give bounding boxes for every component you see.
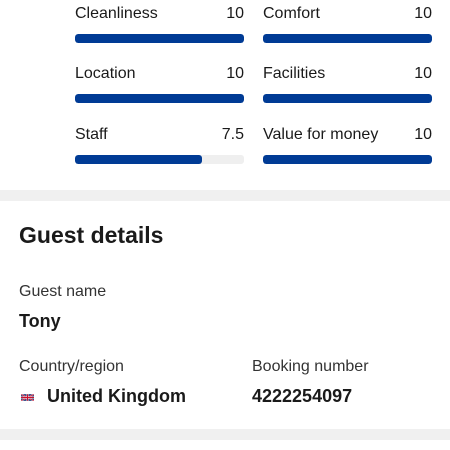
booking-number-value: 4222254097 <box>252 386 353 406</box>
rating-facilities: Facilities 10 <box>263 63 432 103</box>
guest-name-value: Tony <box>19 311 61 331</box>
rating-bar-fill <box>75 94 244 103</box>
rating-label: Value for money <box>263 126 379 143</box>
rating-cleanliness: Cleanliness 10 <box>75 3 244 43</box>
rating-location: Location 10 <box>75 63 244 103</box>
rating-bar-fill <box>263 155 432 164</box>
rating-label: Comfort <box>263 5 320 22</box>
country-label: Country/region <box>19 358 124 375</box>
rating-label: Facilities <box>263 65 326 82</box>
rating-score: 10 <box>226 65 244 82</box>
rating-label: Location <box>75 65 136 82</box>
rating-bar-track <box>75 94 244 103</box>
rating-score: 10 <box>414 5 432 22</box>
rating-bar-track <box>263 34 432 43</box>
review-scores-section: Cleanliness 10 Comfort 10 Location 10 Fa… <box>0 0 450 190</box>
rating-bar-track <box>75 155 244 164</box>
rating-label: Staff <box>75 126 108 143</box>
rating-bar-track <box>263 155 432 164</box>
rating-bar-fill <box>75 34 244 43</box>
rating-score: 10 <box>414 126 432 143</box>
rating-score: 10 <box>226 5 244 22</box>
guest-details-section: Guest details Guest name Tony Country/re… <box>0 201 450 429</box>
section-title: Guest details <box>19 222 164 248</box>
rating-staff: Staff 7.5 <box>75 124 244 164</box>
guest-name-label: Guest name <box>19 283 107 300</box>
rating-bar-fill <box>263 34 432 43</box>
uk-flag-icon <box>21 393 34 402</box>
rating-value-for-money: Value for money 10 <box>263 124 432 164</box>
rating-score: 10 <box>414 65 432 82</box>
rating-bar-track <box>263 94 432 103</box>
rating-bar-fill <box>75 155 202 164</box>
section-divider <box>0 429 450 440</box>
country-value: United Kingdom <box>47 386 186 406</box>
rating-bar-track <box>75 34 244 43</box>
booking-number-label: Booking number <box>252 358 369 375</box>
rating-score: 7.5 <box>221 126 244 143</box>
rating-bar-fill <box>263 94 432 103</box>
rating-comfort: Comfort 10 <box>263 3 432 43</box>
rating-label: Cleanliness <box>75 5 158 22</box>
section-divider <box>0 190 450 201</box>
